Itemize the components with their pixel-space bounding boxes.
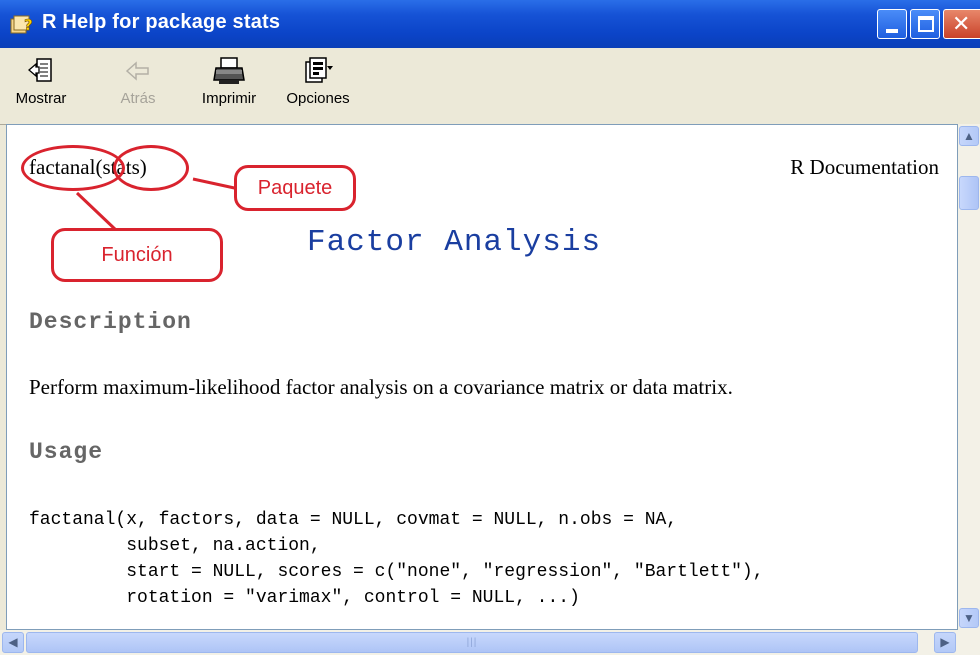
description-heading: Description bbox=[29, 309, 192, 335]
horizontal-scrollbar[interactable]: ◀ ||| ▶ bbox=[0, 630, 980, 655]
horizontal-scroll-thumb[interactable]: ||| bbox=[26, 632, 918, 653]
window-title: R Help for package stats bbox=[42, 11, 281, 33]
scroll-down-icon: ▼ bbox=[963, 611, 975, 625]
title-bar[interactable]: ? R Help for package stats ✕ bbox=[0, 0, 980, 48]
options-icon bbox=[276, 54, 360, 88]
print-button-label: Imprimir bbox=[201, 90, 257, 107]
printer-icon bbox=[196, 54, 262, 88]
show-button[interactable]: Mostrar bbox=[8, 54, 74, 118]
maximize-icon bbox=[918, 16, 934, 32]
minimize-icon bbox=[886, 29, 898, 33]
description-text: Perform maximum-likelihood factor analys… bbox=[29, 375, 733, 399]
svg-text:?: ? bbox=[24, 16, 33, 34]
back-button[interactable]: Atrás bbox=[112, 54, 164, 118]
toolbar: Mostrar Atrás Imprimir Opciones bbox=[0, 48, 980, 125]
scroll-right-button[interactable]: ▶ bbox=[934, 632, 956, 653]
scroll-up-icon: ▲ bbox=[963, 129, 975, 143]
r-documentation-label: R Documentation bbox=[790, 155, 939, 179]
show-contents-icon bbox=[8, 54, 74, 88]
scroll-down-button[interactable]: ▼ bbox=[959, 608, 979, 628]
scroll-right-icon: ▶ bbox=[940, 635, 950, 649]
doc-title: Factor Analysis bbox=[307, 225, 602, 260]
close-button[interactable]: ✕ bbox=[943, 9, 980, 39]
show-button-label: Mostrar bbox=[15, 90, 67, 107]
usage-code: factanal(x, factors, data = NULL, covmat… bbox=[29, 510, 764, 608]
back-button-label: Atrás bbox=[120, 90, 156, 107]
scroll-up-button[interactable]: ▲ bbox=[959, 126, 979, 146]
scroll-left-button[interactable]: ◀ bbox=[2, 632, 24, 653]
minimize-button[interactable] bbox=[877, 9, 907, 39]
print-button[interactable]: Imprimir bbox=[196, 54, 262, 118]
maximize-button[interactable] bbox=[910, 9, 940, 39]
vertical-scroll-thumb[interactable] bbox=[959, 176, 979, 210]
back-arrow-icon bbox=[112, 54, 164, 88]
options-button-label: Opciones bbox=[286, 90, 350, 107]
help-app-icon: ? bbox=[10, 13, 34, 35]
package-callout: Paquete bbox=[234, 165, 356, 211]
vertical-scrollbar[interactable]: ▲ ▼ bbox=[958, 124, 980, 630]
close-icon: ✕ bbox=[952, 12, 971, 37]
options-button[interactable]: Opciones bbox=[276, 54, 360, 118]
function-callout: Función bbox=[51, 228, 223, 282]
help-content[interactable]: factanal(stats) R Documentation Paquete … bbox=[6, 124, 958, 630]
usage-heading: Usage bbox=[29, 439, 104, 465]
scroll-left-icon: ◀ bbox=[8, 635, 18, 649]
